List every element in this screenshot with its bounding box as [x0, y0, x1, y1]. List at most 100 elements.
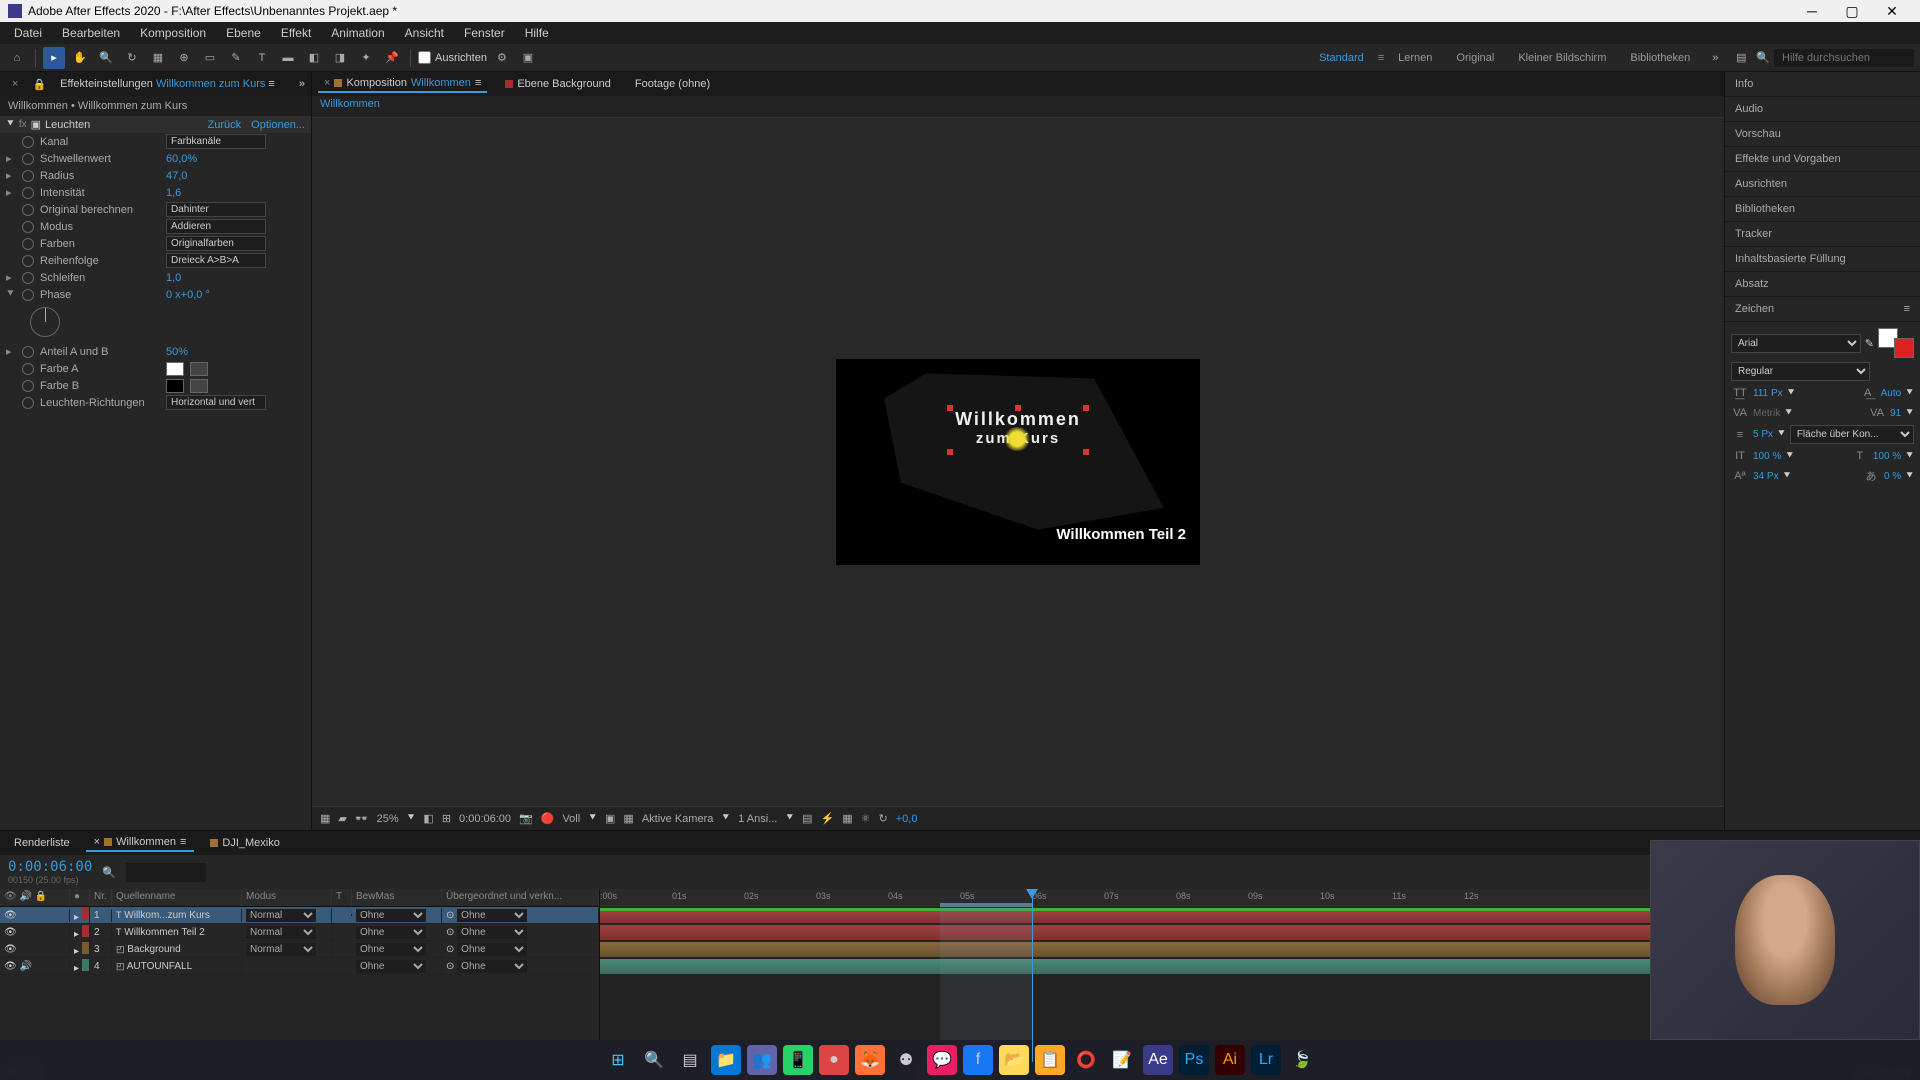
- facebook-icon[interactable]: f: [963, 1045, 993, 1075]
- options-link[interactable]: Optionen...: [251, 119, 305, 131]
- parent-dropdown[interactable]: Ohne: [457, 909, 527, 922]
- workspace-lernen[interactable]: Lernen: [1388, 48, 1442, 68]
- menu-datei[interactable]: Datei: [4, 24, 52, 42]
- brush-tool[interactable]: ▬: [277, 47, 299, 69]
- app-icon[interactable]: ●: [819, 1045, 849, 1075]
- eraser-tool[interactable]: ◨: [329, 47, 351, 69]
- twirl-icon[interactable]: ▸: [6, 271, 16, 284]
- visibility-icon[interactable]: 👁: [4, 910, 17, 921]
- stopwatch-icon[interactable]: [22, 380, 34, 392]
- eyedropper-b-icon[interactable]: [190, 379, 208, 393]
- stopwatch-icon[interactable]: [22, 272, 34, 284]
- stopwatch-icon[interactable]: [22, 397, 34, 409]
- timeline-search-input[interactable]: [126, 863, 206, 882]
- menu-bearbeiten[interactable]: Bearbeiten: [52, 24, 130, 42]
- reihenfolge-dropdown[interactable]: Dreieck A>B>A: [166, 253, 266, 268]
- time-display[interactable]: 0:00:06:00: [459, 813, 511, 825]
- app-icon[interactable]: 🍃: [1287, 1045, 1317, 1075]
- folder-icon[interactable]: 📂: [999, 1045, 1029, 1075]
- minimize-button[interactable]: ─: [1792, 0, 1832, 22]
- mask-icon[interactable]: ▰: [338, 812, 346, 825]
- stopwatch-icon[interactable]: [22, 255, 34, 267]
- leading-value[interactable]: Auto: [1881, 388, 1902, 399]
- panel-vorschau[interactable]: Vorschau: [1725, 122, 1920, 147]
- stopwatch-icon[interactable]: [22, 170, 34, 182]
- menu-effekt[interactable]: Effekt: [271, 24, 321, 42]
- composition-viewer[interactable]: Willkommen zum Kurs Willkommen Teil 2: [312, 118, 1724, 806]
- font-family-dropdown[interactable]: Arial: [1731, 334, 1861, 353]
- after-effects-icon[interactable]: Ae: [1143, 1045, 1173, 1075]
- close-tab-icon[interactable]: ×: [6, 76, 24, 92]
- panel-icon[interactable]: ▤: [1730, 47, 1752, 69]
- pixel-aspect-icon[interactable]: ▤: [802, 812, 812, 825]
- pickwhip-icon[interactable]: ⊙: [446, 944, 454, 955]
- pickwhip-icon[interactable]: ⊙: [446, 910, 454, 921]
- playhead[interactable]: [1032, 889, 1033, 1062]
- twirl-icon[interactable]: ▸: [6, 345, 16, 358]
- stopwatch-icon[interactable]: [22, 204, 34, 216]
- font-size-value[interactable]: 111 Px: [1753, 388, 1783, 399]
- layer-row[interactable]: 👁 🔊 ▸ 4 ◰ AUTOUNFALL Ohne ⊙ Ohne: [0, 958, 599, 975]
- tab-ebene[interactable]: Ebene Background: [499, 76, 617, 92]
- reset-link[interactable]: Zurück: [208, 119, 242, 131]
- close-button[interactable]: ✕: [1872, 0, 1912, 22]
- selection-handle[interactable]: [1083, 405, 1089, 411]
- text-teil2[interactable]: Willkommen Teil 2: [1056, 526, 1186, 543]
- mode-dropdown[interactable]: Normal: [246, 943, 316, 956]
- font-style-dropdown[interactable]: Regular: [1731, 362, 1870, 381]
- effect-enable-icon[interactable]: ▣: [31, 118, 41, 131]
- vscale-value[interactable]: 100 %: [1753, 451, 1781, 462]
- roto-tool[interactable]: ✦: [355, 47, 377, 69]
- menu-hilfe[interactable]: Hilfe: [515, 24, 559, 42]
- current-timecode[interactable]: 0:00:06:00: [8, 859, 92, 875]
- color-a-swatch[interactable]: [166, 362, 184, 376]
- snapshot-icon[interactable]: 📷: [519, 812, 533, 825]
- layer-color-swatch[interactable]: [82, 942, 90, 954]
- rotate-tool[interactable]: ↻: [121, 47, 143, 69]
- baseline-value[interactable]: 34 Px: [1753, 471, 1779, 482]
- col-bewmas[interactable]: BewMas: [352, 889, 442, 906]
- mode-dropdown[interactable]: Normal: [246, 926, 316, 939]
- visibility-icon[interactable]: 👁: [4, 944, 17, 955]
- zoom-dropdown[interactable]: 25%: [377, 813, 399, 825]
- start-icon[interactable]: ⊞: [603, 1045, 633, 1075]
- messenger-icon[interactable]: 💬: [927, 1045, 957, 1075]
- radius-value[interactable]: 47,0: [166, 170, 187, 182]
- selection-handle[interactable]: [1015, 405, 1021, 411]
- trkmat-dropdown[interactable]: Ohne: [356, 943, 426, 956]
- tab-render[interactable]: Renderliste: [6, 835, 78, 851]
- panel-audio[interactable]: Audio: [1725, 97, 1920, 122]
- col-t[interactable]: T: [332, 889, 352, 906]
- menu-ansicht[interactable]: Ansicht: [395, 24, 454, 42]
- notepad-icon[interactable]: 📝: [1107, 1045, 1137, 1075]
- workspace-kleiner[interactable]: Kleiner Bildschirm: [1508, 48, 1616, 68]
- menu-ebene[interactable]: Ebene: [216, 24, 271, 42]
- comp-nav-name[interactable]: Willkommen: [320, 98, 380, 110]
- fast-preview-icon[interactable]: ⚡: [821, 812, 835, 825]
- workspace-original[interactable]: Original: [1446, 48, 1504, 68]
- lightroom-icon[interactable]: Lr: [1251, 1045, 1281, 1075]
- layer-color-swatch[interactable]: [82, 908, 90, 920]
- stopwatch-icon[interactable]: [22, 238, 34, 250]
- layer-row[interactable]: 👁 ▸ 1 T Willkom...zum Kurs Normal Ohne ⊙…: [0, 907, 599, 924]
- stopwatch-icon[interactable]: [22, 346, 34, 358]
- taskview-icon[interactable]: ▤: [675, 1045, 705, 1075]
- trkmat-dropdown[interactable]: Ohne: [356, 926, 426, 939]
- text-tool[interactable]: T: [251, 47, 273, 69]
- col-modus[interactable]: Modus: [242, 889, 332, 906]
- stamp-tool[interactable]: ◧: [303, 47, 325, 69]
- panel-bibliotheken[interactable]: Bibliotheken: [1725, 197, 1920, 222]
- kanal-dropdown[interactable]: Farbkanäle: [166, 134, 266, 149]
- panel-menu-icon[interactable]: »: [299, 78, 305, 90]
- col-nr[interactable]: Nr.: [90, 889, 112, 906]
- firefox-icon[interactable]: 🦊: [855, 1045, 885, 1075]
- trkmat-dropdown[interactable]: Ohne: [356, 960, 426, 973]
- layer-name[interactable]: Willkommen Teil 2: [124, 927, 204, 938]
- richtungen-dropdown[interactable]: Horizontal und vert: [166, 395, 266, 410]
- snap-options-icon[interactable]: ⚙: [491, 47, 513, 69]
- shape-tool[interactable]: ▭: [199, 47, 221, 69]
- tab-komposition[interactable]: × Komposition Willkommen ≡: [318, 75, 487, 93]
- pen-tool[interactable]: ✎: [225, 47, 247, 69]
- whatsapp-icon[interactable]: 📱: [783, 1045, 813, 1075]
- channel-icon[interactable]: 🔴: [541, 812, 555, 825]
